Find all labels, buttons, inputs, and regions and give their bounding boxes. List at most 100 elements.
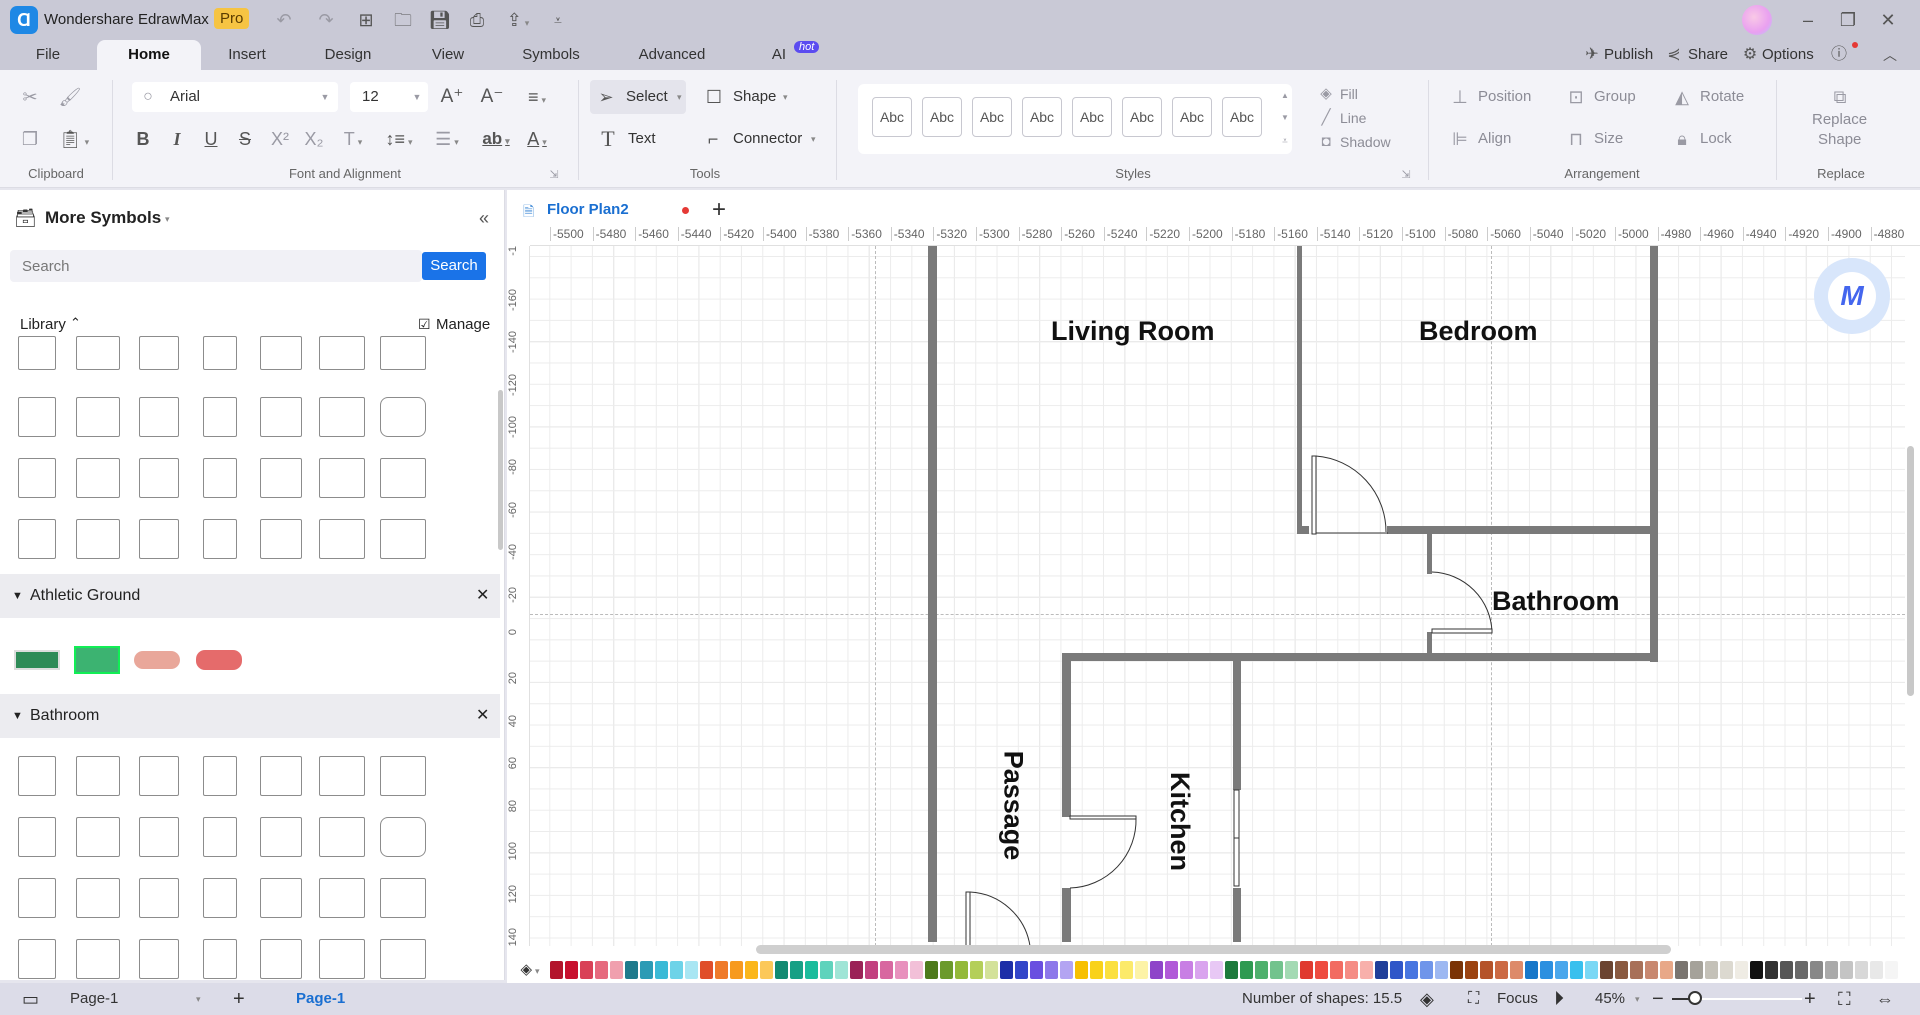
connector-button[interactable]: Connector bbox=[733, 127, 802, 151]
symbol-item[interactable] bbox=[76, 458, 120, 498]
color-swatch[interactable] bbox=[760, 961, 773, 979]
symbol-item[interactable] bbox=[203, 519, 237, 559]
symbol-item[interactable] bbox=[18, 878, 56, 918]
fill-icon[interactable]: ◈ bbox=[1316, 82, 1336, 106]
text-style-icon[interactable]: T ▾ bbox=[338, 127, 368, 154]
color-swatch[interactable] bbox=[1165, 961, 1178, 979]
copy-icon[interactable]: ❐ bbox=[18, 127, 42, 151]
wall-kitchen-right-lower[interactable] bbox=[1233, 888, 1241, 942]
shape-button[interactable]: Shape bbox=[733, 85, 776, 109]
close-section-icon[interactable]: ✕ bbox=[476, 574, 489, 618]
color-swatch[interactable] bbox=[730, 961, 743, 979]
room-label-bedroom[interactable]: Bedroom bbox=[1419, 316, 1538, 347]
door-bedroom[interactable] bbox=[1310, 454, 1390, 536]
strikethrough-icon[interactable]: S bbox=[234, 127, 256, 151]
shape-icon[interactable]: ☐ bbox=[702, 85, 726, 109]
symbol-item[interactable] bbox=[18, 817, 56, 857]
color-swatch[interactable] bbox=[1495, 961, 1508, 979]
symbol-item[interactable] bbox=[76, 817, 120, 857]
symbol-item[interactable] bbox=[260, 458, 302, 498]
color-swatch[interactable] bbox=[1870, 961, 1883, 979]
fit-page-icon[interactable]: ⛶ bbox=[1838, 983, 1851, 1015]
superscript-icon[interactable]: X² bbox=[268, 127, 292, 151]
symbol-item[interactable] bbox=[139, 756, 179, 796]
wall-kitchen-top[interactable] bbox=[1062, 653, 1658, 661]
color-swatch[interactable] bbox=[655, 961, 668, 979]
font-dialog-launcher-icon[interactable]: ⇲ bbox=[546, 163, 562, 187]
tab-file[interactable]: File bbox=[22, 40, 74, 70]
color-swatch[interactable] bbox=[955, 961, 968, 979]
layers-icon[interactable]: ◈ bbox=[1420, 983, 1434, 1015]
color-swatch[interactable] bbox=[1750, 961, 1763, 979]
color-swatch[interactable] bbox=[1090, 961, 1103, 979]
size-button[interactable]: Size bbox=[1594, 127, 1623, 151]
color-swatch[interactable] bbox=[775, 961, 788, 979]
publish-button[interactable]: Publish bbox=[1604, 43, 1653, 67]
color-swatch[interactable] bbox=[1390, 961, 1403, 979]
add-page-button[interactable]: + bbox=[233, 983, 245, 1015]
wall-bedroom-left[interactable] bbox=[1297, 246, 1302, 532]
symbol-item[interactable] bbox=[380, 878, 426, 918]
font-color-icon[interactable]: A ▾ bbox=[520, 127, 554, 154]
color-swatch[interactable] bbox=[685, 961, 698, 979]
search-button[interactable]: Search bbox=[422, 252, 486, 280]
line-button[interactable]: Line bbox=[1340, 106, 1366, 130]
text-align-icon[interactable]: ≡ ▾ bbox=[520, 85, 554, 112]
color-swatch[interactable] bbox=[1795, 961, 1808, 979]
symbol-item[interactable] bbox=[380, 939, 426, 979]
color-swatch[interactable] bbox=[1435, 961, 1448, 979]
style-swatch[interactable]: Abc bbox=[1172, 97, 1212, 137]
user-avatar[interactable] bbox=[1742, 5, 1772, 35]
color-swatch[interactable] bbox=[1555, 961, 1568, 979]
replace-shape-button-line2[interactable]: Shape bbox=[1818, 128, 1861, 152]
italic-icon[interactable]: I bbox=[166, 127, 188, 151]
color-swatch[interactable] bbox=[1195, 961, 1208, 979]
expand-gallery-icon[interactable]: ⩡ bbox=[1278, 130, 1292, 154]
color-swatch[interactable] bbox=[1540, 961, 1553, 979]
symbol-item[interactable] bbox=[18, 519, 56, 559]
open-folder-icon[interactable]: 🗀 bbox=[391, 8, 415, 32]
tab-insert[interactable]: Insert bbox=[220, 40, 274, 70]
symbol-item[interactable] bbox=[319, 756, 365, 796]
wall-kitchen-left-lower[interactable] bbox=[1062, 888, 1071, 942]
symbol-item[interactable] bbox=[18, 939, 56, 979]
door-bathroom[interactable] bbox=[1428, 570, 1498, 636]
restore-icon[interactable]: ❐ bbox=[1836, 8, 1860, 32]
wall-bedroom-bottom[interactable] bbox=[1387, 526, 1658, 534]
tab-ai[interactable]: AI bbox=[764, 40, 794, 70]
style-swatch[interactable]: Abc bbox=[1072, 97, 1112, 137]
manage-icon[interactable]: ☑ bbox=[418, 316, 431, 333]
color-swatch[interactable] bbox=[610, 961, 623, 979]
color-swatch[interactable] bbox=[1600, 961, 1613, 979]
share-button[interactable]: Share bbox=[1688, 43, 1728, 67]
color-swatch[interactable] bbox=[1585, 961, 1598, 979]
color-swatch[interactable] bbox=[1855, 961, 1868, 979]
zoom-in-button[interactable]: + bbox=[1804, 983, 1816, 1015]
symbol-item[interactable] bbox=[76, 939, 120, 979]
symbol-item[interactable] bbox=[18, 397, 56, 437]
symbol-item[interactable] bbox=[260, 939, 302, 979]
select-button[interactable]: ➢ Select ▾ bbox=[590, 80, 686, 114]
color-swatch[interactable] bbox=[640, 961, 653, 979]
color-swatch[interactable] bbox=[1360, 961, 1373, 979]
symbol-item[interactable] bbox=[380, 397, 426, 437]
rotate-icon[interactable]: ◭ bbox=[1670, 85, 1694, 109]
color-swatch[interactable] bbox=[1045, 961, 1058, 979]
underline-icon[interactable]: U bbox=[200, 127, 222, 151]
color-swatch[interactable] bbox=[1420, 961, 1433, 979]
room-label-living-room[interactable]: Living Room bbox=[1051, 316, 1215, 347]
symbol-item[interactable] bbox=[139, 397, 179, 437]
symbol-item[interactable] bbox=[319, 519, 365, 559]
style-swatch[interactable]: Abc bbox=[872, 97, 912, 137]
color-swatch[interactable] bbox=[1330, 961, 1343, 979]
color-swatch[interactable] bbox=[1705, 961, 1718, 979]
symbol-item[interactable] bbox=[319, 336, 365, 370]
close-icon[interactable]: ✕ bbox=[1876, 8, 1900, 32]
color-swatch[interactable] bbox=[1015, 961, 1028, 979]
line-icon[interactable]: ╱ bbox=[1316, 106, 1336, 130]
publish-icon[interactable]: ✈︎ bbox=[1582, 43, 1602, 67]
color-swatch[interactable] bbox=[970, 961, 983, 979]
door-kitchen[interactable] bbox=[1066, 814, 1140, 892]
style-swatch[interactable]: Abc bbox=[922, 97, 962, 137]
wall-bedroom-door-jamb[interactable] bbox=[1297, 526, 1309, 534]
